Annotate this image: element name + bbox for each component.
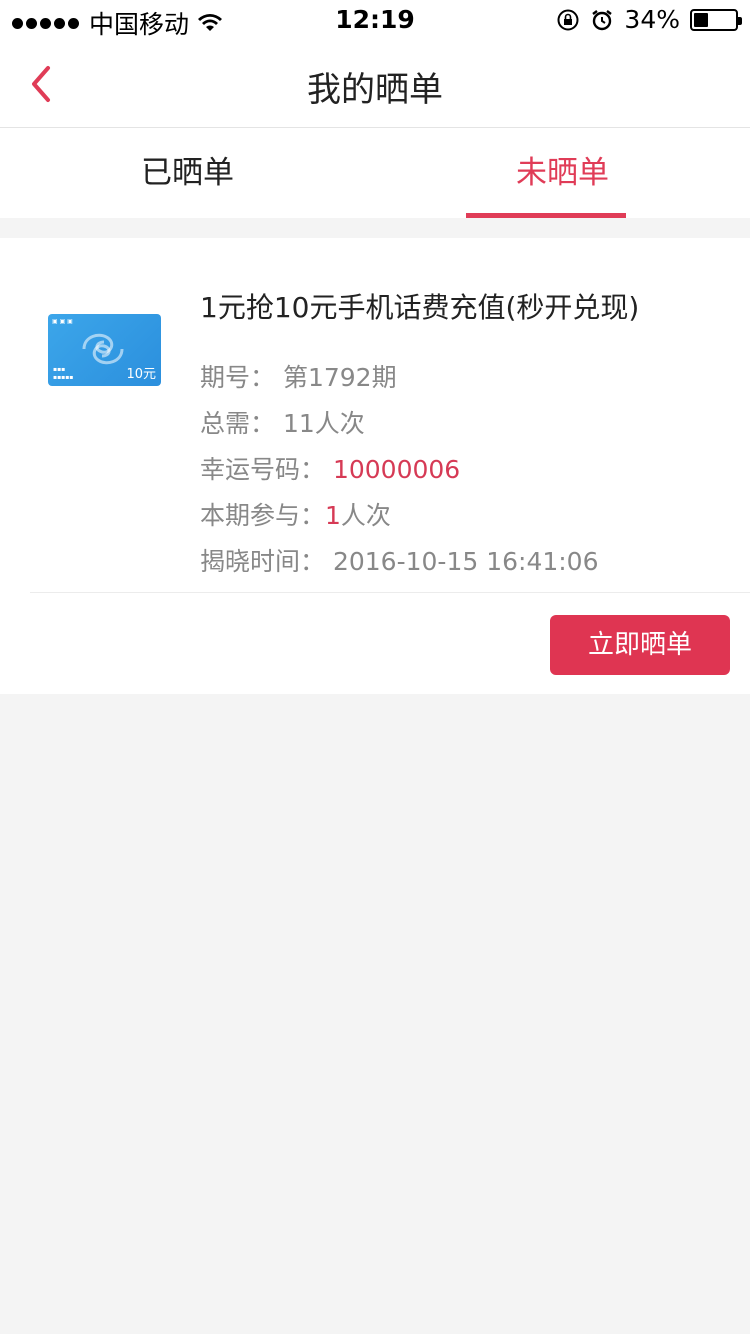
tab-bar: 已晒单 未晒单 xyxy=(0,128,750,218)
participation-count: 1 xyxy=(325,501,341,530)
card-divider xyxy=(30,592,750,593)
period-label: 期号： xyxy=(200,363,276,392)
tab-shared-label: 已晒单 xyxy=(141,155,234,191)
total-value: 11人次 xyxy=(282,409,365,438)
rotation-lock-icon xyxy=(557,9,579,30)
alarm-icon xyxy=(592,9,613,30)
period-value: 第1792期 xyxy=(282,363,397,392)
battery-percent: 34% xyxy=(624,5,680,34)
reveal-time-label: 揭晓时间： xyxy=(200,547,326,576)
page-title: 我的晒单 xyxy=(307,70,443,110)
total-label: 总需： xyxy=(200,409,276,438)
status-bar: 中国移动 12:19 34% xyxy=(0,0,750,40)
total-row: 总需： 11人次 xyxy=(200,404,365,440)
thumbnail-caption: ▪▪▪ ▪▪▪▪▪ xyxy=(53,366,74,381)
active-tab-indicator xyxy=(466,213,626,218)
lucky-number-row: 幸运号码： 10000006 xyxy=(200,450,460,486)
participation-label: 本期参与： xyxy=(200,501,326,530)
participation-unit: 人次 xyxy=(340,501,391,530)
thumbnail-value: 10元 xyxy=(126,367,156,382)
product-thumbnail[interactable]: ▣ ▣ ▣ ▪▪▪ ▪▪▪▪▪ 10元 xyxy=(48,314,161,386)
lucky-number-label: 幸运号码： xyxy=(200,455,326,484)
reveal-time-value: 2016-10-15 16:41:06 xyxy=(332,547,599,576)
tab-not-shared-label: 未晒单 xyxy=(516,155,609,191)
navigation-bar: 我的晒单 xyxy=(0,40,750,128)
reveal-time-row: 揭晓时间： 2016-10-15 16:41:06 xyxy=(200,542,598,578)
thumbnail-logos: ▣ ▣ ▣ xyxy=(52,318,73,325)
order-card: ▣ ▣ ▣ ▪▪▪ ▪▪▪▪▪ 10元 1元抢10元手机话费充值(秒开兑现) 期号… xyxy=(0,238,750,694)
thumbnail-logo-strip: ▣ ▣ ▣ xyxy=(52,318,73,325)
status-right: 34% xyxy=(556,5,742,34)
china-mobile-logo-icon xyxy=(82,333,124,365)
participation-row: 本期参与：1人次 xyxy=(200,496,391,532)
share-now-button[interactable]: 立即晒单 xyxy=(550,615,730,675)
product-title[interactable]: 1元抢10元手机话费充值(秒开兑现) xyxy=(200,286,639,326)
lucky-number-value: 10000006 xyxy=(332,455,461,484)
battery-icon xyxy=(690,8,742,31)
tab-shared[interactable]: 已晒单 xyxy=(0,128,375,218)
tab-not-shared[interactable]: 未晒单 xyxy=(375,128,750,218)
period-row: 期号： 第1792期 xyxy=(200,358,397,394)
